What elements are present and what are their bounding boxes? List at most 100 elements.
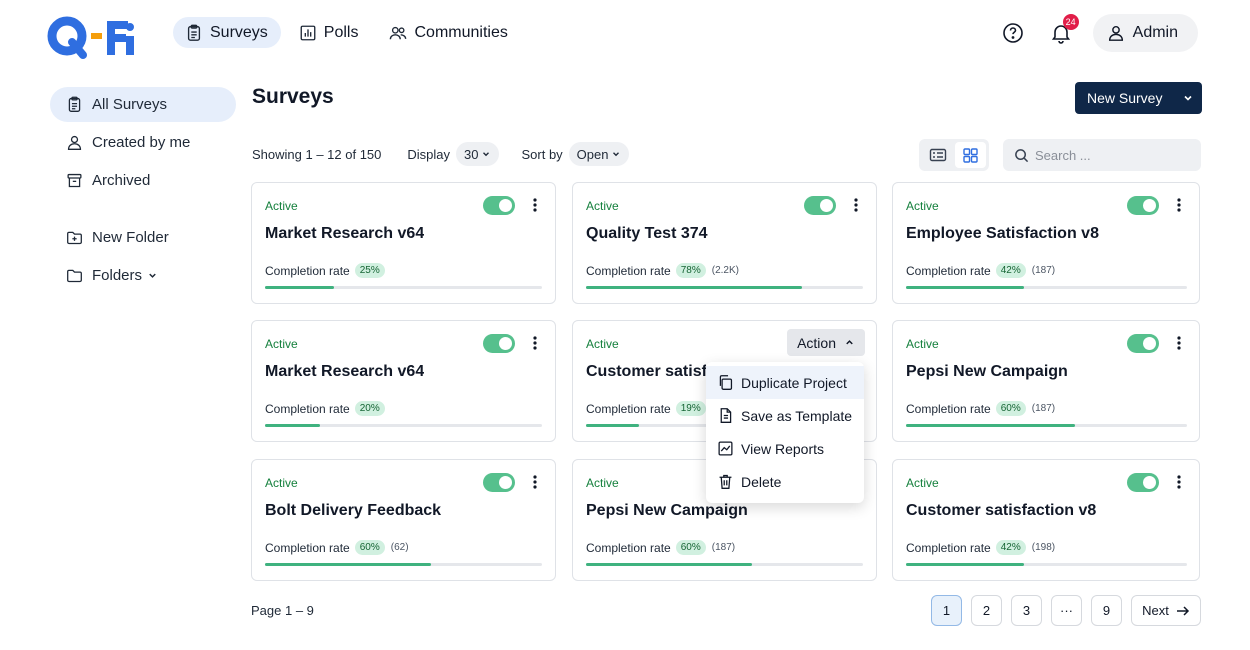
sort-label: Sort by xyxy=(521,146,563,162)
sidebar-item-archived[interactable]: Archived xyxy=(50,163,236,198)
more-vertical-icon xyxy=(533,336,537,350)
admin-menu-button[interactable]: Admin xyxy=(1092,14,1198,52)
survey-title[interactable]: Market Research v64 xyxy=(265,225,424,243)
users-icon xyxy=(390,26,407,39)
new-folder-label: New Folder xyxy=(92,229,169,246)
menu-item-view-reports[interactable]: View Reports xyxy=(706,432,864,465)
completion-label: Completion rate xyxy=(265,401,350,416)
folders-toggle[interactable]: Folders xyxy=(50,258,236,293)
survey-title[interactable]: Employee Satisfaction v8 xyxy=(906,225,1099,243)
active-toggle[interactable] xyxy=(1127,196,1159,215)
showing-count: Showing 1 – 12 of 150 xyxy=(252,146,382,162)
completion-rate-badge: 25% xyxy=(354,263,385,278)
menu-item-delete[interactable]: Delete xyxy=(706,465,864,498)
active-toggle[interactable] xyxy=(1127,334,1159,353)
qfi-logo[interactable] xyxy=(46,15,136,59)
more-vertical-icon xyxy=(854,198,858,212)
progress-fill xyxy=(265,424,321,427)
sort-select[interactable]: Open xyxy=(568,142,630,166)
survey-card[interactable]: Active Quality Test 374 Completion rate … xyxy=(572,182,877,304)
active-toggle[interactable] xyxy=(483,473,515,492)
grid-view-button[interactable] xyxy=(955,142,986,168)
survey-title[interactable]: Bolt Delivery Feedback xyxy=(265,502,441,520)
header-actions: 24 Admin xyxy=(999,14,1198,52)
sidebar-item-label: Archived xyxy=(92,172,151,189)
page-ellipsis[interactable]: ··· xyxy=(1051,595,1082,626)
new-survey-button[interactable]: New Survey xyxy=(1075,82,1202,114)
progress-fill xyxy=(906,286,1025,289)
action-button[interactable]: Action xyxy=(787,329,865,356)
status-label: Active xyxy=(906,476,939,490)
active-toggle[interactable] xyxy=(1127,473,1159,492)
help-button[interactable] xyxy=(999,19,1027,47)
display-label: Display xyxy=(407,146,451,162)
user-icon xyxy=(67,135,82,150)
more-options-button[interactable] xyxy=(1171,472,1187,492)
survey-card[interactable]: Active Market Research v64 Completion ra… xyxy=(251,320,556,442)
survey-card[interactable]: Active Pepsi New Campaign Completion rat… xyxy=(892,320,1200,442)
survey-card[interactable]: Active Bolt Delivery Feedback Completion… xyxy=(251,459,556,581)
page-button-2[interactable]: 2 xyxy=(971,595,1002,626)
more-vertical-icon xyxy=(533,198,537,212)
page-info: Page 1 – 9 xyxy=(251,603,314,618)
new-folder-button[interactable]: New Folder xyxy=(50,220,236,255)
display-select[interactable]: 30 xyxy=(456,142,500,166)
page-button-9[interactable]: 9 xyxy=(1091,595,1122,626)
active-toggle[interactable] xyxy=(804,196,836,215)
completion-progress-bar xyxy=(906,563,1187,566)
more-options-button[interactable] xyxy=(1171,195,1187,215)
display-value: 30 xyxy=(464,146,479,162)
sidebar-item-created-by-me[interactable]: Created by me xyxy=(50,125,236,160)
search-input[interactable] xyxy=(1035,147,1185,163)
survey-title[interactable]: Market Research v64 xyxy=(265,363,424,381)
admin-label: Admin xyxy=(1132,24,1178,41)
survey-card[interactable]: Active Customer satisfaction v8 Completi… xyxy=(892,459,1200,581)
survey-title[interactable]: Customer satisfaction xyxy=(586,363,706,381)
nav-surveys[interactable]: Surveys xyxy=(173,17,281,48)
folder-plus-icon xyxy=(67,231,82,245)
sidebar-item-label: Created by me xyxy=(92,134,191,151)
response-count: (198) xyxy=(1031,542,1056,553)
status-label: Active xyxy=(906,337,939,351)
page-button-3[interactable]: 3 xyxy=(1011,595,1042,626)
menu-item-duplicate-project[interactable]: Duplicate Project xyxy=(706,366,864,399)
survey-title[interactable]: Pepsi New Campaign xyxy=(586,502,748,520)
progress-fill xyxy=(586,424,639,427)
progress-fill xyxy=(265,286,335,289)
completion-label: Completion rate xyxy=(265,540,350,555)
clipboard-icon xyxy=(68,96,81,112)
chevron-up-icon xyxy=(846,340,853,345)
survey-title[interactable]: Pepsi New Campaign xyxy=(906,363,1068,381)
help-icon xyxy=(1002,23,1023,43)
more-options-button[interactable] xyxy=(848,195,864,215)
more-options-button[interactable] xyxy=(527,333,543,353)
folders-label: Folders xyxy=(92,267,143,284)
view-toggle xyxy=(919,139,989,171)
page-button-1[interactable]: 1 xyxy=(931,595,962,626)
completion-row: Completion rate 60% (62) xyxy=(265,540,409,555)
more-options-button[interactable] xyxy=(527,195,543,215)
active-toggle[interactable] xyxy=(483,196,515,215)
completion-progress-bar xyxy=(265,286,542,289)
notifications-button[interactable]: 24 xyxy=(1047,14,1079,47)
active-toggle[interactable] xyxy=(483,334,515,353)
survey-title[interactable]: Quality Test 374 xyxy=(586,225,708,243)
new-survey-label: New Survey xyxy=(1087,90,1163,106)
more-options-button[interactable] xyxy=(1171,333,1187,353)
page-title: Surveys xyxy=(252,85,334,108)
completion-rate-badge: 78% xyxy=(675,263,706,278)
more-vertical-icon xyxy=(1177,198,1181,212)
action-label: Action xyxy=(797,334,836,351)
more-options-button[interactable] xyxy=(527,472,543,492)
menu-item-save-as-template[interactable]: Save as Template xyxy=(706,399,864,432)
survey-title[interactable]: Customer satisfaction v8 xyxy=(906,502,1096,520)
list-view-button[interactable] xyxy=(922,142,953,168)
nav-communities[interactable]: Communities xyxy=(377,17,520,48)
next-page-button[interactable]: Next xyxy=(1131,595,1201,626)
survey-card[interactable]: Active Market Research v64 Completion ra… xyxy=(251,182,556,304)
survey-card[interactable]: Active Employee Satisfaction v8 Completi… xyxy=(892,182,1200,304)
sidebar-item-all-surveys[interactable]: All Surveys xyxy=(50,87,236,122)
response-count: (187) xyxy=(1031,265,1056,276)
nav-polls[interactable]: Polls xyxy=(287,17,372,48)
completion-progress-bar xyxy=(586,286,863,289)
